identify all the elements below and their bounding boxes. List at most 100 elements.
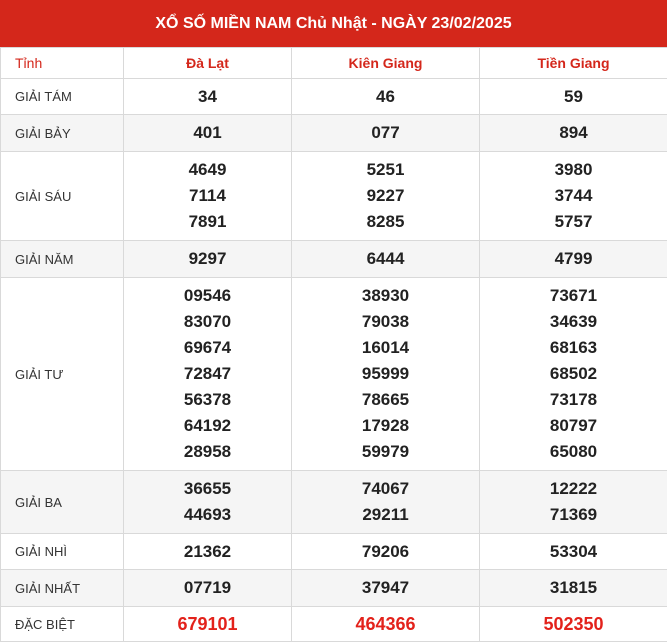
prize-cell: 4649 7114 7891 xyxy=(123,151,292,241)
winning-number: 64192 xyxy=(183,416,232,435)
winning-number: 3980 xyxy=(554,160,593,179)
prize-cell: 3980 3744 5757 xyxy=(479,151,667,241)
results-header: XỔ SỐ MIỀN NAM Chủ Nhật - NGÀY 23/02/202… xyxy=(0,0,667,47)
winning-number: 71369 xyxy=(549,505,598,524)
prize-row: GIẢI NHÌ 21362 79206 53304 xyxy=(0,533,667,570)
prize-cell: 59 xyxy=(479,78,667,115)
prize-cell: 6444 xyxy=(291,240,480,278)
winning-number: 79206 xyxy=(361,541,410,561)
prize-cell: 894 xyxy=(479,114,667,152)
prize-cell: 9297 xyxy=(123,240,292,278)
prize-cell: 464366 xyxy=(291,606,480,642)
winning-number: 95999 xyxy=(361,364,410,383)
prize-cell: 53304 xyxy=(479,533,667,570)
prize-cell: 401 xyxy=(123,114,292,152)
winning-number: 78665 xyxy=(361,390,410,409)
winning-number: 73671 xyxy=(549,286,598,305)
winning-number: 17928 xyxy=(361,416,410,435)
winning-number: 9297 xyxy=(188,249,227,268)
prize-cell: 679101 xyxy=(123,606,292,642)
prize-row: GIẢI TƯ 09546 83070 69674 72847 56378 64192 289… xyxy=(0,277,667,471)
winning-number: 4799 xyxy=(554,249,593,268)
prize-cell: 12222 71369 xyxy=(479,470,667,534)
prize-cell: 077 xyxy=(291,114,480,152)
prize-row: GIẢI SÁU 4649 7114 7891 5251 9227 8285 3980 3744… xyxy=(0,151,667,241)
winning-number: 68502 xyxy=(549,364,598,383)
winning-number: 401 xyxy=(193,123,222,142)
winning-number: 74067 xyxy=(361,479,410,498)
prize-label: GIẢI NHẤT xyxy=(0,569,124,607)
winning-number: 5251 xyxy=(366,160,405,179)
winning-number: 36655 xyxy=(183,479,232,498)
winning-number: 7114 xyxy=(189,186,226,205)
winning-number: 56378 xyxy=(183,390,232,409)
prize-cell: 79206 xyxy=(291,533,480,570)
prize-label: GIẢI TƯ xyxy=(0,277,124,471)
prize-label: GIẢI NHÌ xyxy=(0,533,124,570)
prize-row: GIẢI BA 36655 44693 74067 29211 12222 71369 xyxy=(0,470,667,534)
winning-number: 464366 xyxy=(355,614,416,634)
winning-number: 69674 xyxy=(183,338,232,357)
prize-cell: 502350 xyxy=(479,606,667,642)
lottery-results-table: Tỉnh Đà Lạt Kiên Giang Tiền Giang GIẢI T… xyxy=(0,47,667,642)
winning-number: 68163 xyxy=(549,338,598,357)
prize-cell: 21362 xyxy=(123,533,292,570)
winning-number: 8285 xyxy=(366,212,405,231)
table-header-row: Tỉnh Đà Lạt Kiên Giang Tiền Giang xyxy=(0,47,667,79)
prize-cell: 74067 29211 xyxy=(291,470,480,534)
prize-row: GIẢI BẢY 401 077 894 xyxy=(0,114,667,152)
prize-cell: 31815 xyxy=(479,569,667,607)
province-tiengiang[interactable]: Tiền Giang xyxy=(479,47,667,79)
winning-number: 53304 xyxy=(549,541,598,561)
winning-number: 31815 xyxy=(549,578,598,597)
winning-number: 28958 xyxy=(183,442,232,461)
province-column-label: Tỉnh xyxy=(0,47,124,79)
winning-number: 38930 xyxy=(361,286,410,305)
winning-number: 59979 xyxy=(361,442,410,461)
province-kiengiang[interactable]: Kiên Giang xyxy=(291,47,480,79)
winning-number: 9227 xyxy=(366,186,405,205)
winning-number: 09546 xyxy=(183,286,232,305)
prize-row: GIẢI NHẤT 07719 37947 31815 xyxy=(0,569,667,607)
winning-number: 79038 xyxy=(361,312,410,331)
winning-number: 07719 xyxy=(183,578,232,597)
winning-number: 21362 xyxy=(183,541,232,561)
province-dalat[interactable]: Đà Lạt xyxy=(123,47,292,79)
winning-number: 4649 xyxy=(188,160,227,179)
winning-number: 3744 xyxy=(554,186,593,205)
prize-cell: 07719 xyxy=(123,569,292,607)
winning-number: 29211 xyxy=(362,505,409,524)
prize-label: GIẢI SÁU xyxy=(0,151,124,241)
winning-number: 679101 xyxy=(177,614,238,634)
results-title: XỔ SỐ MIỀN NAM Chủ Nhật - NGÀY 23/02/202… xyxy=(155,14,512,32)
prize-cell: 5251 9227 8285 xyxy=(291,151,480,241)
prize-label: GIẢI TÁM xyxy=(0,78,124,115)
winning-number: 59 xyxy=(564,86,583,106)
winning-number: 34 xyxy=(198,86,217,106)
prize-row: GIẢI NĂM 9297 6444 4799 xyxy=(0,240,667,278)
prize-row: ĐẶC BIỆT 679101 464366 502350 xyxy=(0,606,667,642)
prize-cell: 73671 34639 68163 68502 73178 80797 65080 xyxy=(479,277,667,471)
prize-cell: 34 xyxy=(123,78,292,115)
prize-label: GIẢI BẢY xyxy=(0,114,124,152)
winning-number: 44693 xyxy=(183,505,232,524)
winning-number: 12222 xyxy=(549,479,598,498)
prize-cell: 37947 xyxy=(291,569,480,607)
winning-number: 46 xyxy=(376,86,395,106)
winning-number: 65080 xyxy=(549,442,598,461)
prize-cell: 09546 83070 69674 72847 56378 64192 28958 xyxy=(123,277,292,471)
winning-number: 16014 xyxy=(361,338,410,357)
prize-label: GIẢI NĂM xyxy=(0,240,124,278)
winning-number: 83070 xyxy=(183,312,232,331)
winning-number: 34639 xyxy=(549,312,598,331)
winning-number: 80797 xyxy=(549,416,598,435)
winning-number: 73178 xyxy=(549,390,598,409)
winning-number: 5757 xyxy=(554,212,593,231)
prize-cell: 4799 xyxy=(479,240,667,278)
results-body: GIẢI TÁM 34 46 59 GIẢI BẢY 401 077 894 GIẢI SÁU 4… xyxy=(0,78,667,642)
winning-number: 502350 xyxy=(543,614,604,634)
winning-number: 894 xyxy=(559,123,588,142)
prize-cell: 38930 79038 16014 95999 78665 17928 59979 xyxy=(291,277,480,471)
winning-number: 7891 xyxy=(188,212,227,231)
winning-number: 6444 xyxy=(366,249,405,268)
